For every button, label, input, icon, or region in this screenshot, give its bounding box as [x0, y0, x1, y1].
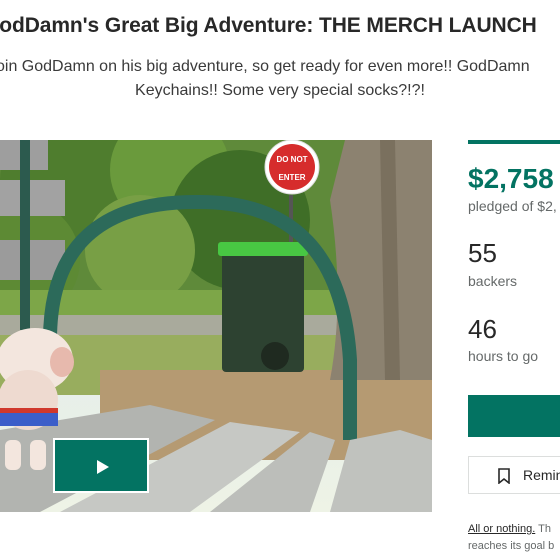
bookmark-icon — [498, 468, 510, 484]
funding-note-line-2: reaches its goal b — [468, 540, 555, 552]
sign-text-2: ENTER — [278, 173, 305, 182]
funding-progress-bar — [468, 140, 560, 144]
pledged-goal-text: pledged of $2, — [468, 198, 557, 214]
pledged-amount: $2,758 — [468, 163, 554, 194]
all-or-nothing-link[interactable]: All or nothing. — [468, 523, 535, 535]
back-project-button[interactable] — [468, 395, 560, 437]
play-icon — [97, 460, 109, 474]
hours-label: hours to go — [468, 348, 539, 364]
remind-me-button[interactable]: Remin — [468, 456, 560, 494]
remind-me-label: Remin — [523, 467, 560, 483]
backers-count: 55 — [468, 238, 497, 268]
project-video[interactable]: DO NOT ENTER — [0, 140, 432, 512]
hours-count: 46 — [468, 314, 497, 344]
sign-text-1: DO NOT — [276, 155, 307, 164]
all-or-nothing-note: All or nothing. Th — [468, 523, 551, 535]
project-blurb-line-2: Keychains!! Some very special socks?!?! — [135, 82, 425, 99]
backers-label: backers — [468, 273, 518, 289]
play-button[interactable] — [53, 438, 149, 493]
